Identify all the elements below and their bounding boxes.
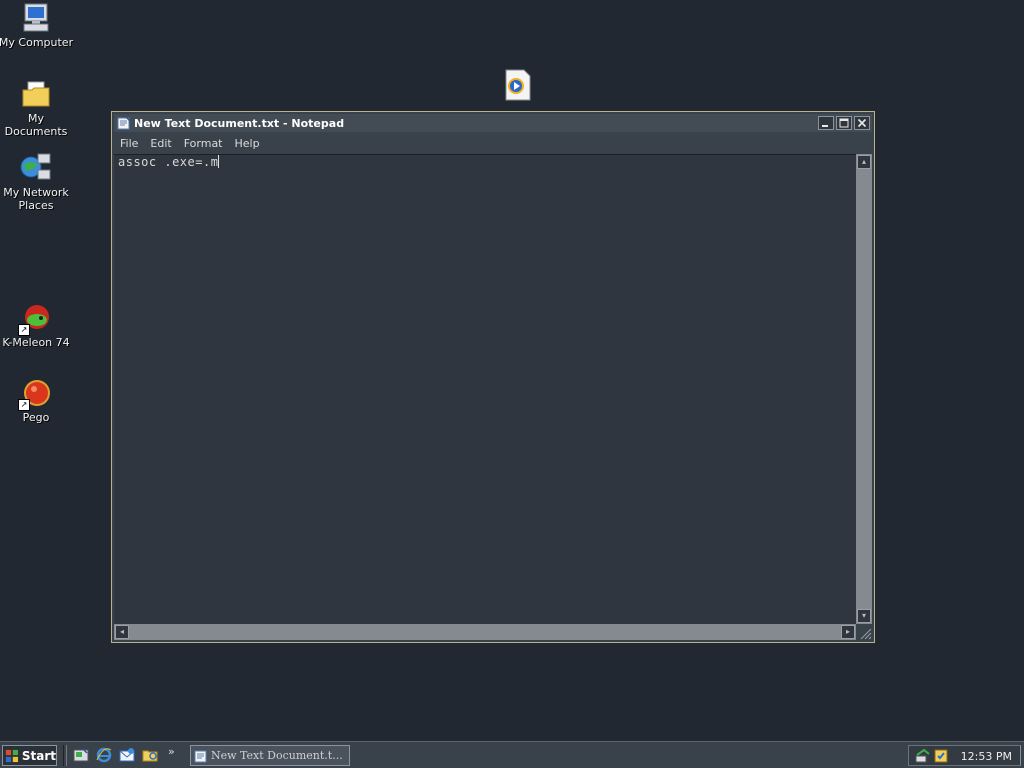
computer-icon [20,2,52,34]
text-caret [218,155,220,168]
shortcut-arrow-icon: ↗ [18,324,30,336]
windows-logo-icon [5,749,18,762]
maximize-icon [839,118,849,128]
desktop-icon-my-documents[interactable]: My Documents [0,78,76,138]
resize-grip-icon [860,628,872,640]
close-icon [857,118,867,128]
notepad-icon [117,116,131,130]
taskbar-button-label: New Text Document.t... [211,749,343,762]
vertical-scrollbar[interactable]: ▴ ▾ [856,154,872,624]
start-button[interactable]: Start [2,745,57,766]
minimize-icon [822,125,828,127]
close-button[interactable] [854,116,870,130]
desktop-icon-my-network-places[interactable]: My Network Places [0,152,76,212]
start-label: Start [21,748,56,763]
desktop-icon-label: K-Meleon 74 [2,336,70,349]
desktop-icon-my-computer[interactable]: My Computer [0,2,76,49]
desktop-icon-label: My Network Places [3,186,69,212]
desktop-icon-label: My Documents [4,112,68,138]
notepad-window[interactable]: New Text Document.txt - Notepad File Edi… [111,111,875,643]
maximize-button[interactable] [836,116,852,130]
minimize-button[interactable] [818,116,834,130]
quick-launch-separator [63,745,67,766]
resize-grip[interactable] [856,624,872,640]
internet-explorer-icon[interactable] [96,747,112,763]
editor-content: assoc .exe=.m [118,155,220,169]
network-places-icon [20,152,52,184]
pego-icon: ↗ [18,377,52,411]
media-player-icon [505,69,531,101]
desktop-icon-media-player[interactable] [502,68,534,102]
show-desktop-icon[interactable] [73,747,89,763]
desktop-icon-label: Pego [22,411,50,424]
menu-file[interactable]: File [114,137,144,150]
scroll-left-button[interactable]: ◂ [115,625,129,639]
desktop-icon-pego[interactable]: ↗ Pego [0,377,76,424]
scroll-right-button[interactable]: ▸ [841,625,855,639]
taskbar-button-notepad[interactable]: New Text Document.t... [190,745,350,766]
outlook-express-icon[interactable] [119,747,135,763]
scroll-down-button[interactable]: ▾ [857,609,871,623]
security-tray-icon[interactable] [933,748,949,767]
clock: 12:53 PM [960,750,1012,763]
desktop-icon-k-meleon[interactable]: ↗ K-Meleon 74 [0,302,76,349]
text-editor[interactable]: assoc .exe=.m [114,154,856,625]
menu-bar: File Edit Format Help [114,134,872,152]
window-title: New Text Document.txt - Notepad [134,116,345,130]
network-tray-icon[interactable] [915,748,931,767]
editor-text: assoc .exe=.m [118,155,219,169]
menu-format[interactable]: Format [178,137,229,150]
notepad-icon [194,750,207,762]
quick-launch-more-button[interactable]: » [168,745,175,758]
k-meleon-icon: ↗ [18,302,52,336]
menu-edit[interactable]: Edit [144,137,177,150]
title-bar[interactable]: New Text Document.txt - Notepad [114,114,872,132]
system-tray: 12:53 PM [908,745,1021,766]
documents-folder-icon [20,78,52,110]
menu-help[interactable]: Help [229,137,266,150]
taskbar: Start » New Text Document.t... 12:53 PM [0,741,1024,768]
explorer-icon[interactable] [142,747,158,763]
scroll-up-button[interactable]: ▴ [857,155,871,169]
desktop-icon-label: My Computer [0,36,74,49]
shortcut-arrow-icon: ↗ [18,399,30,411]
horizontal-scrollbar[interactable]: ◂ ▸ [114,624,856,640]
